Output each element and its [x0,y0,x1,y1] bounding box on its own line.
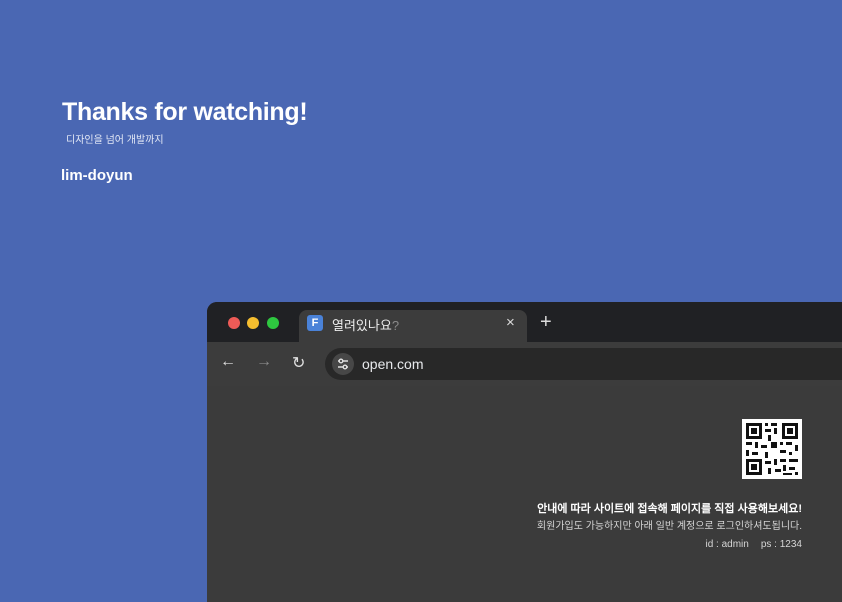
qr-code-icon[interactable] [742,419,802,479]
browser-tab[interactable]: F 열려있나요? × [299,310,527,344]
favicon-icon: F [307,315,323,331]
tab-title: 열려있나요? [332,315,399,334]
new-tab-button[interactable]: + [540,311,552,334]
tune-icon[interactable] [332,353,354,375]
back-icon[interactable]: ← [220,353,236,371]
notice-text: 회원가입도 가능하지만 아래 일반 계정으로 로그인하셔도됩니다. [536,521,802,532]
tab-title-suffix: ? [391,318,400,333]
browser-titlebar: F 열려있나요? × + [207,302,842,344]
window-minimize-button[interactable] [247,317,259,329]
window-close-button[interactable] [228,317,240,329]
slide: Thanks for watching! 디자인을 넘어 개발까지 lim-do… [0,0,842,602]
subheadline: 디자인을 넘어 개발까지 [66,135,164,146]
tab-close-icon[interactable]: × [506,314,515,331]
forward-icon[interactable]: → [256,353,272,371]
credentials: id : admin ps : 1234 [693,539,802,550]
reload-icon[interactable]: ↻ [292,353,305,373]
tab-title-text: 열려있나요 [332,318,392,333]
credential-id: id : admin [705,539,749,550]
address-url: open.com [362,356,424,372]
browser-toolbar: ← → ↻ open.com [207,342,842,386]
browser-window: F 열려있나요? × + ← → ↻ open.com 안내에 따라 사이트에 … [207,302,842,602]
headline: Thanks for watching! [62,98,308,126]
address-bar[interactable]: open.com [325,348,842,380]
page-viewport: 안내에 따라 사이트에 접속해 페이지를 직접 사용해보세요! 회원가입도 가능… [207,386,842,602]
author-name: lim-doyun [61,167,133,184]
window-maximize-button[interactable] [267,317,279,329]
credential-ps: ps : 1234 [760,539,802,550]
notice-headline: 안내에 따라 사이트에 접속해 페이지를 직접 사용해보세요! [537,503,802,515]
